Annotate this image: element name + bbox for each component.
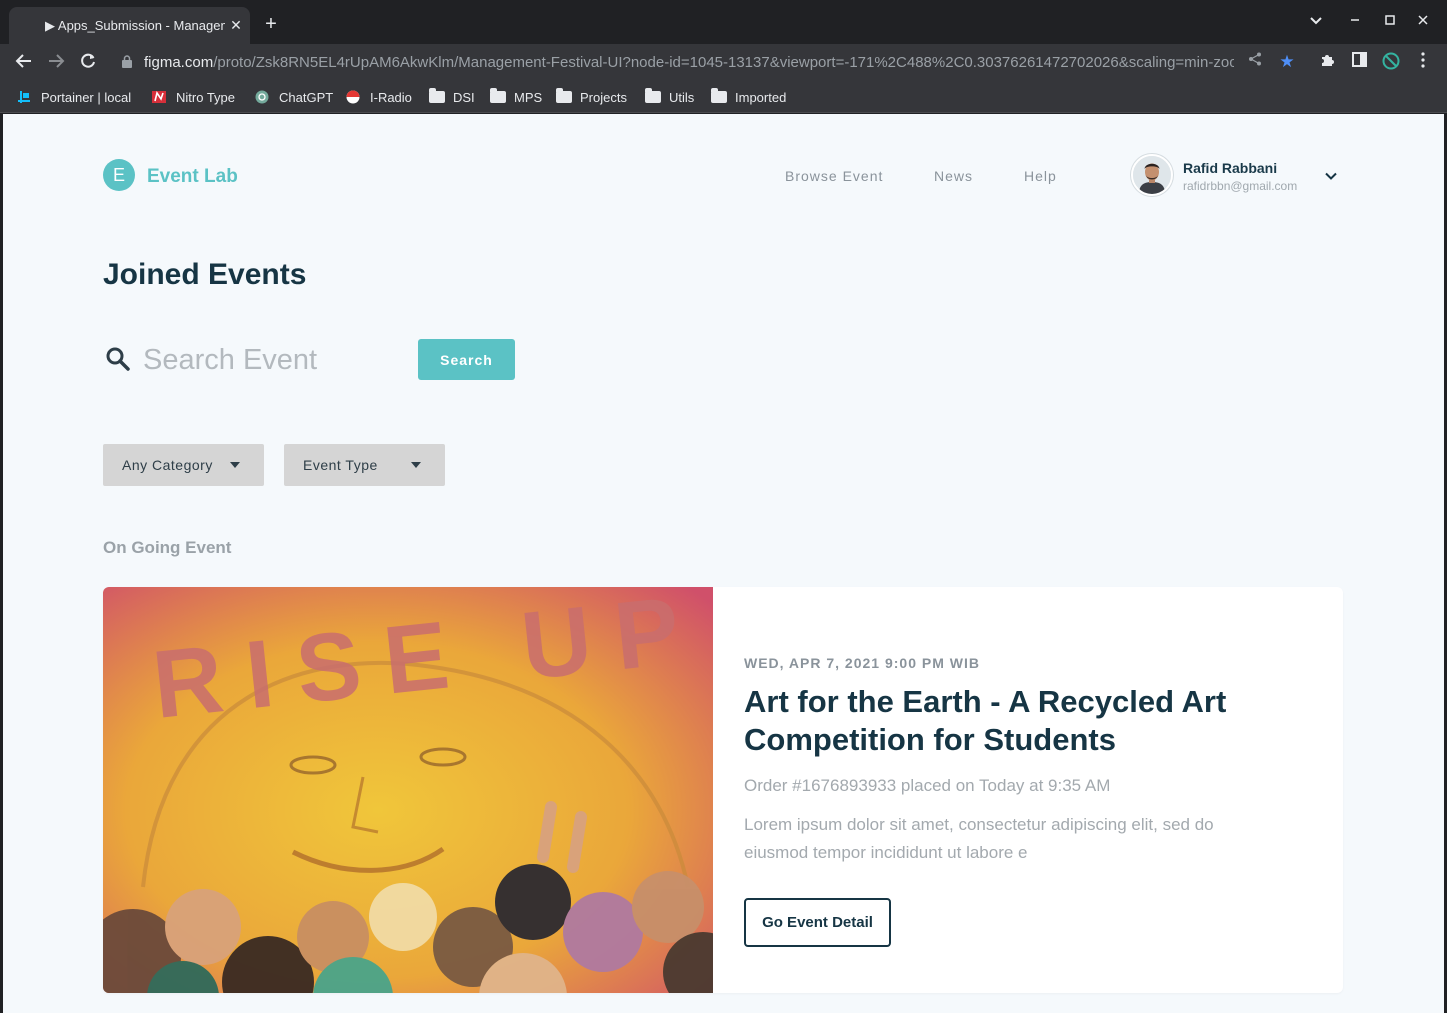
nav-help[interactable]: Help xyxy=(1024,168,1057,184)
bookmark-folder-mps[interactable]: MPS xyxy=(490,88,542,106)
event-card: RISE UP WED, APR 7, 2021 9:00 PM WIB Art… xyxy=(103,587,1343,993)
back-arrow-icon[interactable] xyxy=(13,52,35,74)
folder-icon xyxy=(645,88,661,103)
tab-close-icon[interactable]: ✕ xyxy=(227,16,245,34)
forward-arrow-icon[interactable] xyxy=(45,52,67,74)
tab-search-chevron-icon[interactable] xyxy=(1307,13,1325,31)
browser-tab-bar: ▶ Apps_Submission - Management Festival … xyxy=(0,0,1447,44)
browser-menu-kebab-icon[interactable] xyxy=(1413,52,1433,72)
caret-down-icon xyxy=(230,462,240,468)
user-menu-chevron-down-icon[interactable] xyxy=(1323,168,1339,184)
folder-icon xyxy=(490,88,506,103)
bookmark-i-radio[interactable]: I-Radio xyxy=(346,88,412,106)
category-dropdown-label: Any Category xyxy=(122,457,213,473)
bookmark-folder-dsi[interactable]: DSI xyxy=(429,88,475,106)
folder-icon xyxy=(429,88,445,103)
side-panel-icon[interactable] xyxy=(1349,52,1369,72)
bookmark-label: Portainer | local xyxy=(41,89,132,105)
browser-tab[interactable]: ▶ Apps_Submission - Management Festival … xyxy=(9,7,250,44)
section-label-ongoing: On Going Event xyxy=(103,538,232,557)
bookmark-portainer[interactable]: Portainer | local xyxy=(17,88,131,106)
window-close-icon[interactable] xyxy=(1414,13,1432,31)
bookmark-folder-imported[interactable]: Imported xyxy=(711,88,786,106)
bookmark-folder-utils[interactable]: Utils xyxy=(645,88,694,106)
extensions-puzzle-icon[interactable] xyxy=(1317,52,1337,72)
nitro-type-icon xyxy=(152,90,168,104)
reload-icon[interactable] xyxy=(77,52,99,74)
user-name: Rafid Rabbani xyxy=(1183,160,1278,176)
event-date: WED, APR 7, 2021 9:00 PM WIB xyxy=(744,655,980,671)
logo-text[interactable]: Event Lab xyxy=(147,166,238,188)
minimize-icon[interactable] xyxy=(1346,13,1364,31)
user-email: rafidrbbn@gmail.com xyxy=(1183,179,1298,193)
bookmark-star-icon[interactable]: ★ xyxy=(1277,52,1297,72)
bookmark-label: Utils xyxy=(669,89,695,105)
bookmarks-bar: Portainer | local Nitro Type ChatGPT I-R… xyxy=(0,81,1447,113)
url-path: /proto/Zsk8RN5EL4rUpAM6AkwKlm/Management… xyxy=(213,54,1234,71)
bookmark-label: MPS xyxy=(514,89,543,105)
go-event-detail-button[interactable]: Go Event Detail xyxy=(744,898,891,947)
event-description: Lorem ipsum dolor sit amet, consectetur … xyxy=(744,815,1214,862)
bookmark-nitro-type[interactable]: Nitro Type xyxy=(152,88,235,106)
bookmark-label: Imported xyxy=(735,89,787,105)
maximize-icon[interactable] xyxy=(1381,13,1399,31)
search-button[interactable]: Search xyxy=(418,339,515,380)
share-icon[interactable] xyxy=(1245,52,1265,72)
avatar[interactable] xyxy=(1131,154,1173,196)
bookmark-label: DSI xyxy=(453,89,475,105)
page-viewport: E Event Lab Browse Event News Help Rafid… xyxy=(3,114,1444,1013)
search-icon xyxy=(106,347,130,371)
browser-toolbar: figma.com/proto/Zsk8RN5EL4rUpAM6AkwKlm/M… xyxy=(0,44,1447,81)
bookmark-label: Projects xyxy=(580,89,627,105)
bookmark-chatgpt[interactable]: ChatGPT xyxy=(255,88,333,106)
bookmark-label: I-Radio xyxy=(370,89,412,105)
url-host: figma.com xyxy=(144,54,214,71)
category-dropdown[interactable]: Any Category xyxy=(103,444,264,486)
bookmark-folder-projects[interactable]: Projects xyxy=(556,88,627,106)
i-radio-icon xyxy=(346,90,362,104)
event-title: Art for the Earth - A Recycled Art Compe… xyxy=(744,684,1227,757)
logo-badge[interactable]: E xyxy=(103,159,135,191)
event-image[interactable]: RISE UP xyxy=(103,587,713,993)
caret-down-icon xyxy=(411,462,421,468)
folder-icon xyxy=(556,88,572,103)
lock-icon xyxy=(122,55,132,68)
search-input[interactable] xyxy=(143,338,393,382)
event-type-dropdown-label: Event Type xyxy=(303,457,378,473)
blocked-extension-icon[interactable] xyxy=(1381,52,1401,72)
address-bar[interactable]: figma.com/proto/Zsk8RN5EL4rUpAM6AkwKlm/M… xyxy=(112,46,1240,78)
new-tab-icon[interactable]: + xyxy=(262,14,280,34)
folder-icon xyxy=(711,88,727,103)
event-type-dropdown[interactable]: Event Type xyxy=(284,444,445,486)
event-order-info: Order #1676893933 placed on Today at 9:3… xyxy=(744,776,1111,795)
nav-news[interactable]: News xyxy=(934,168,973,184)
chatgpt-icon xyxy=(255,90,271,104)
page-title: Joined Events xyxy=(103,258,307,291)
bookmark-label: Nitro Type xyxy=(176,89,236,105)
portainer-icon xyxy=(17,90,33,104)
bookmark-label: ChatGPT xyxy=(279,89,334,105)
url-text: figma.com/proto/Zsk8RN5EL4rUpAM6AkwKlm/M… xyxy=(144,54,1234,71)
nav-browse-event[interactable]: Browse Event xyxy=(785,168,883,184)
tab-title: ▶ Apps_Submission - Management Festival … xyxy=(45,18,225,33)
